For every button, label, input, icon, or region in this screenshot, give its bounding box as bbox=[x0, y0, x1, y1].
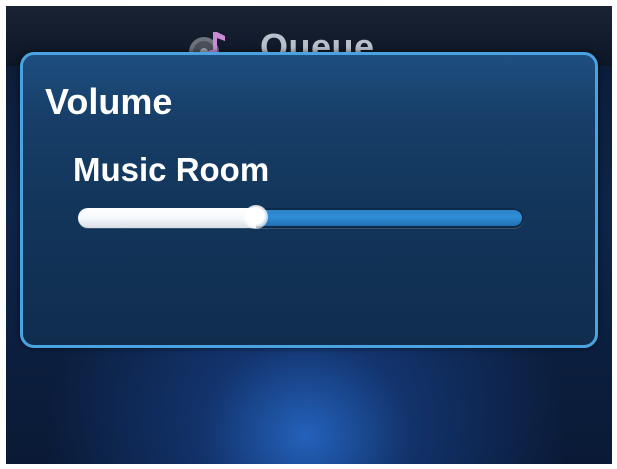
room-label: Music Room bbox=[73, 151, 270, 188]
volume-slider[interactable] bbox=[78, 205, 524, 229]
volume-dialog: Volume Music Room bbox=[20, 52, 598, 348]
dialog-title: Volume bbox=[45, 81, 173, 122]
volume-slider-thumb[interactable] bbox=[244, 205, 269, 229]
volume-slider-fill bbox=[78, 208, 257, 228]
volume-screen: Queue Volume Music Room bbox=[6, 6, 612, 464]
